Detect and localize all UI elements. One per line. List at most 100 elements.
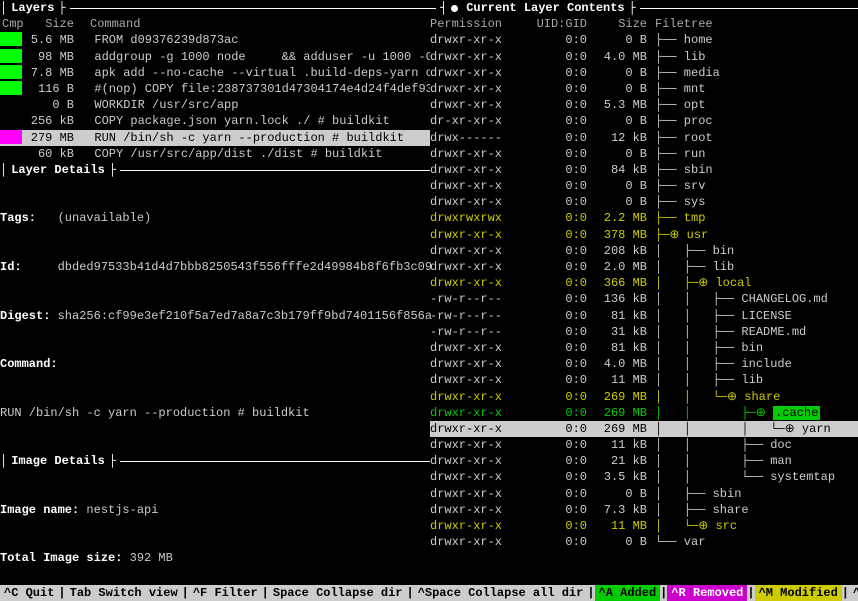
file-uidgid: 0:0 (530, 243, 595, 259)
img-name-val: nestjs-api (86, 503, 158, 517)
file-permission: drwxr-xr-x (430, 389, 530, 405)
file-tree-entry: ├── proc (655, 113, 858, 129)
filetree-row[interactable]: drwxr-xr-x0:011 MB│ └─⊕ src (430, 518, 858, 534)
right-panel: ┤ Current Layer Contents ├ Permission UI… (430, 0, 858, 585)
layer-row[interactable]: 279 MB RUN /bin/sh -c yarn --production … (0, 130, 430, 146)
filter-key[interactable]: ^F Filter (189, 585, 262, 601)
file-tree-entry: │ │ ├── CHANGELOG.md (655, 291, 858, 307)
file-uidgid: 0:0 (530, 97, 595, 113)
layer-row[interactable]: 0 B WORKDIR /usr/src/app (0, 97, 430, 113)
file-size: 0 B (595, 113, 655, 129)
file-size: 0 B (595, 486, 655, 502)
filetree-row[interactable]: drwxr-xr-x0:0366 MB│ ├─⊕ local (430, 275, 858, 291)
layers-list[interactable]: 5.6 MB FROM d09376239d873ac98 MB addgrou… (0, 32, 430, 162)
file-permission: drwxrwxrwx (430, 210, 530, 226)
filetree-row[interactable]: -rw-r--r--0:0136 kB│ │ ├── CHANGELOG.md (430, 291, 858, 307)
filetree-row[interactable]: drwxr-xr-x0:00 B├── sys (430, 194, 858, 210)
filetree-row[interactable]: drwxr-xr-x0:00 B├── home (430, 32, 858, 48)
layer-row[interactable]: 116 B #(nop) COPY file:238737301d4730417… (0, 81, 430, 97)
main-content: │ Layers ├ Cmp Size Command 5.6 MB FROM … (0, 0, 858, 585)
filetree-row[interactable]: drwxr-xr-x0:02.0 MB│ ├── lib (430, 259, 858, 275)
statusbar: ^C Quit| Tab Switch view| ^F Filter| Spa… (0, 585, 858, 601)
file-permission: drwxr-xr-x (430, 32, 530, 48)
filetree-row[interactable]: drwxr-xr-x0:0269 MB│ │ └─⊕ share (430, 389, 858, 405)
file-uidgid: 0:0 (530, 340, 595, 356)
filetree-row[interactable]: drwxr-xr-x0:05.3 MB├── opt (430, 97, 858, 113)
dive-app: │ Layers ├ Cmp Size Command 5.6 MB FROM … (0, 0, 858, 601)
layer-row[interactable]: 60 kB COPY /usr/src/app/dist ./dist # bu… (0, 146, 430, 162)
file-size: 84 kB (595, 162, 655, 178)
layer-size: 7.8 MB (22, 65, 80, 81)
file-size: 4.0 MB (595, 356, 655, 372)
layer-row[interactable]: 98 MB addgroup -g 1000 node && adduser -… (0, 49, 430, 65)
digest-val: sha256:cf99e3ef210f5a7ed7a8a7c3b179ff9bd… (58, 309, 432, 323)
filetree-row[interactable]: drwxr-xr-x0:00 B├── mnt (430, 81, 858, 97)
removed-key[interactable]: ^R Removed (667, 585, 747, 601)
file-permission: -rw-r--r-- (430, 324, 530, 340)
filetree-row[interactable]: drwxr-xr-x0:07.3 kB│ ├── share (430, 502, 858, 518)
filetree-row[interactable]: drwxr-xr-x0:084 kB├── sbin (430, 162, 858, 178)
filetree-row[interactable]: drwxr-xr-x0:0269 MB│ │ │ └─⊕ yarn (430, 421, 858, 437)
filetree-list[interactable]: drwxr-xr-x0:00 B├── homedrwxr-xr-x0:04.0… (430, 32, 858, 550)
filetree-row[interactable]: drwxr-xr-x0:021 kB│ │ ├── man (430, 453, 858, 469)
filetree-row[interactable]: drwxr-xr-x0:03.5 kB│ │ └── systemtap (430, 469, 858, 485)
layer-row[interactable]: 5.6 MB FROM d09376239d873ac (0, 32, 430, 48)
filetree-row[interactable]: -rw-r--r--0:031 kB│ │ ├── README.md (430, 324, 858, 340)
tab-key[interactable]: Tab Switch view (66, 585, 182, 601)
unmod-key[interactable]: ^U (849, 585, 858, 601)
filetree-row[interactable]: drwxr-xr-x0:04.0 MB│ │ ├── include (430, 356, 858, 372)
layer-command: FROM d09376239d873ac (80, 32, 430, 48)
file-tree-entry: ├── lib (655, 49, 858, 65)
collapse-key[interactable]: Space Collapse dir (269, 585, 407, 601)
file-uidgid: 0:0 (530, 32, 595, 48)
filetree-row[interactable]: drwxr-xr-x0:0269 MB│ │ ├─⊕ .cache (430, 405, 858, 421)
file-tree-entry: ├── media (655, 65, 858, 81)
quit-key[interactable]: ^C Quit (0, 585, 58, 601)
file-tree-entry: │ ├── bin (655, 243, 858, 259)
file-tree-entry: ├── srv (655, 178, 858, 194)
image-details: Image name: nestjs-api Total Image size:… (0, 469, 430, 584)
layer-command: #(nop) COPY file:238737301d47304174e4d24… (80, 81, 430, 97)
filetree-row[interactable]: drwxr-xr-x0:0378 MB├─⊕ usr (430, 227, 858, 243)
cmp-indicator (0, 81, 22, 95)
file-size: 366 MB (595, 275, 655, 291)
tags-key: Tags: (0, 211, 58, 225)
layers-header: Cmp Size Command (0, 16, 430, 32)
filetree-row[interactable]: -rw-r--r--0:081 kB│ │ ├── LICENSE (430, 308, 858, 324)
file-size: 0 B (595, 32, 655, 48)
tags-val: (unavailable) (58, 211, 152, 225)
filetree-row[interactable]: drwxrwxrwx0:02.2 MB├── tmp (430, 210, 858, 226)
added-key[interactable]: ^A Added (595, 585, 661, 601)
file-tree-entry: ├── root (655, 130, 858, 146)
cmp-indicator (0, 49, 22, 63)
filetree-row[interactable]: drwxr-xr-x0:011 MB│ │ ├── lib (430, 372, 858, 388)
file-size: 136 kB (595, 291, 655, 307)
layer-size: 60 kB (22, 146, 80, 162)
file-size: 2.0 MB (595, 259, 655, 275)
modified-key[interactable]: ^M Modified (755, 585, 842, 601)
layer-row[interactable]: 256 kB COPY package.json yarn.lock ./ # … (0, 113, 430, 129)
filetree-row[interactable]: drwxr-xr-x0:00 B└── var (430, 534, 858, 550)
filetree-row[interactable]: drwxr-xr-x0:00 B├── srv (430, 178, 858, 194)
layers-title-line: │ Layers ├ (0, 0, 430, 16)
filetree-row[interactable]: drwx------0:012 kB├── root (430, 130, 858, 146)
filetree-row[interactable]: dr-xr-xr-x0:00 B├── proc (430, 113, 858, 129)
file-tree-entry: ├── opt (655, 97, 858, 113)
filetree-row[interactable]: drwxr-xr-x0:00 B├── run (430, 146, 858, 162)
filetree-row[interactable]: drwxr-xr-x0:0208 kB│ ├── bin (430, 243, 858, 259)
layer-size: 98 MB (22, 49, 80, 65)
filetree-row[interactable]: drwxr-xr-x0:011 kB│ │ ├── doc (430, 437, 858, 453)
file-size: 269 MB (595, 421, 655, 437)
filetree-row[interactable]: drwxr-xr-x0:04.0 MB├── lib (430, 49, 858, 65)
col-permission: Permission (430, 16, 530, 32)
layer-row[interactable]: 7.8 MB apk add --no-cache --virtual .bui… (0, 65, 430, 81)
filetree-row[interactable]: drwxr-xr-x0:00 B│ ├── sbin (430, 486, 858, 502)
file-permission: drwxr-xr-x (430, 275, 530, 291)
cmp-indicator (0, 65, 22, 79)
filetree-row[interactable]: drwxr-xr-x0:00 B├── media (430, 65, 858, 81)
col-filetree: Filetree (655, 16, 858, 32)
collapse-all-key[interactable]: ^Space Collapse all dir (414, 585, 588, 601)
file-uidgid: 0:0 (530, 421, 595, 437)
filetree-row[interactable]: drwxr-xr-x0:081 kB│ │ ├── bin (430, 340, 858, 356)
layer-command: apk add --no-cache --virtual .build-deps… (80, 65, 430, 81)
